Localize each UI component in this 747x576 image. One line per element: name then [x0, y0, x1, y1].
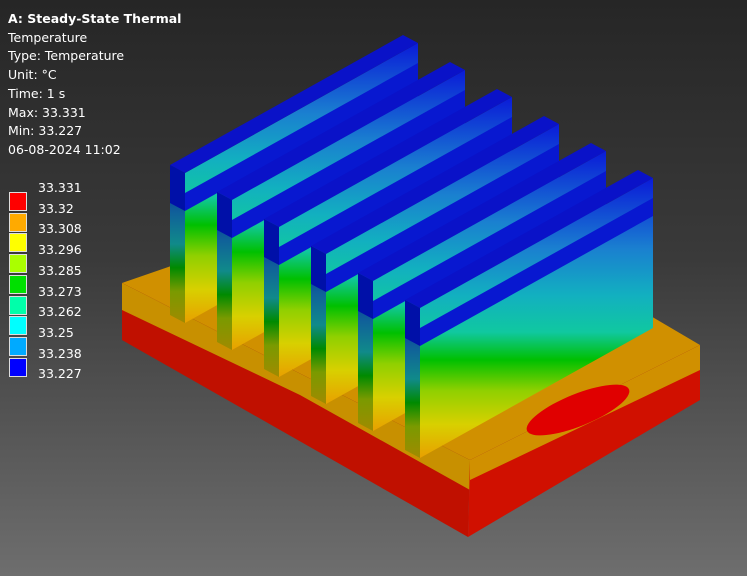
- legend-value: 33.331: [38, 180, 82, 195]
- legend-value: 33.308: [38, 221, 82, 237]
- result-name: Temperature: [8, 29, 88, 45]
- legend-value: 33.285: [38, 262, 82, 278]
- legend-swatch: [9, 357, 27, 377]
- legend-swatch: [9, 274, 27, 294]
- fin-front-top: [311, 246, 326, 292]
- result-max: Max: 33.331: [8, 104, 86, 120]
- fin-front-top: [264, 219, 279, 265]
- legend-swatch: [9, 295, 27, 315]
- legend-value: 33.262: [38, 304, 82, 320]
- legend-swatch: [9, 192, 27, 211]
- fin-front-top: [358, 273, 373, 319]
- legend-value: 33.227: [38, 366, 82, 382]
- result-type: Type: Temperature: [8, 48, 125, 64]
- result-timestamp: 06-08-2024 11:02: [8, 141, 121, 157]
- fin-front-top: [217, 192, 232, 238]
- result-min: Min: 33.227: [8, 123, 83, 139]
- result-time: Time: 1 s: [8, 85, 66, 101]
- analysis-title: A: Steady-State Thermal: [8, 11, 182, 26]
- result-info: A: Steady-State Thermal Temperature Type…: [8, 10, 181, 160]
- legend-value: 33.296: [38, 242, 82, 258]
- legend-value: 33.273: [38, 283, 82, 299]
- legend-value: 33.238: [38, 345, 82, 361]
- legend-swatch: [9, 336, 27, 356]
- legend-swatch: [9, 212, 27, 232]
- result-unit: Unit: °C: [8, 67, 57, 83]
- legend-swatch: [9, 316, 27, 336]
- fin-front-top: [405, 300, 420, 346]
- legend-value: 33.32: [38, 200, 74, 216]
- legend-value: 33.25: [38, 324, 74, 340]
- legend-swatch: [9, 233, 27, 253]
- legend-swatch: [9, 254, 27, 274]
- fin-front-top: [170, 165, 185, 211]
